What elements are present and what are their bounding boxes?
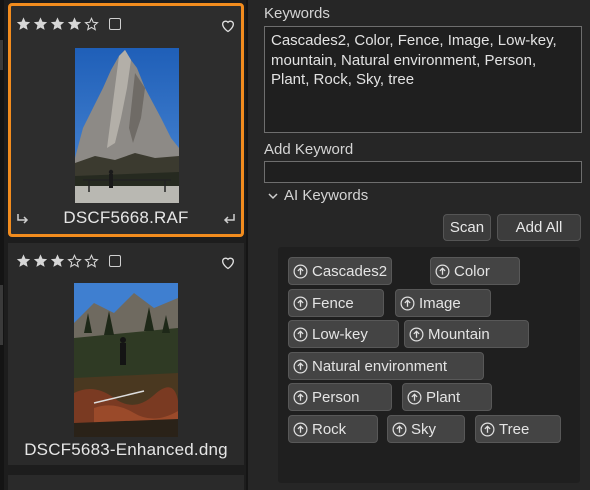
ai-keyword-chip-label: Color (454, 262, 490, 280)
ai-keyword-chip[interactable]: Person (288, 383, 392, 411)
star-icon-filled[interactable] (15, 16, 32, 32)
add-keyword-arrow-icon (293, 359, 308, 374)
rotate-left-icon[interactable] (16, 213, 30, 225)
ai-keyword-chip[interactable]: Plant (402, 383, 492, 411)
photo-thumbnail-mountain[interactable] (75, 48, 179, 203)
ai-keyword-chip-label: Image (419, 294, 461, 312)
ai-keyword-chip[interactable]: Natural environment (288, 352, 484, 380)
ai-keyword-chip-label: Plant (426, 388, 461, 406)
flag-checkbox[interactable] (109, 18, 121, 30)
add-keyword-arrow-icon (293, 390, 308, 405)
star-icon-filled[interactable] (49, 16, 66, 32)
add-keyword-arrow-icon (400, 296, 415, 311)
ai-keyword-chip[interactable]: Color (430, 257, 520, 285)
ai-keyword-chip-label: Rock (312, 420, 347, 438)
ai-keyword-chip-label: Person (312, 388, 360, 406)
ai-keyword-chip[interactable]: Image (395, 289, 491, 317)
thumbnail-card-partial[interactable] (8, 475, 244, 490)
ai-keyword-chip[interactable]: Sky (387, 415, 465, 443)
star-rating[interactable] (15, 253, 121, 269)
ai-keyword-chip-label: Mountain (428, 325, 490, 343)
ai-keyword-chip[interactable]: Cascades2 (288, 257, 392, 285)
ai-keyword-chip[interactable]: Fence (288, 289, 384, 317)
add-keyword-arrow-icon (435, 264, 450, 279)
rotate-right-icon[interactable] (222, 213, 236, 225)
filmstrip-scroll-edge (0, 0, 4, 490)
chevron-down-icon[interactable] (268, 192, 278, 200)
star-icon-filled[interactable] (66, 16, 83, 32)
star-icon-filled[interactable] (32, 16, 49, 32)
ai-keyword-chip-label: Sky (411, 420, 437, 438)
filmstrip: DSCF5668.RAF DSCF5683-Enhanced.dng (0, 0, 246, 490)
add-keyword-arrow-icon (409, 327, 424, 342)
ai-keyword-chip-label: Tree (499, 420, 530, 438)
thumbnail-card[interactable]: DSCF5683-Enhanced.dng (8, 243, 244, 465)
ai-keyword-chip[interactable]: Tree (475, 415, 561, 443)
heart-icon[interactable] (220, 255, 236, 270)
star-icon-empty[interactable] (66, 253, 83, 269)
ai-keyword-chip[interactable]: Mountain (404, 320, 529, 348)
ai-keywords-section-header[interactable]: AI Keywords (268, 187, 368, 204)
heart-icon[interactable] (220, 18, 236, 33)
keywords-label: Keywords (264, 5, 330, 22)
ai-keyword-chip-label: Natural environment (312, 357, 448, 375)
add-keyword-arrow-icon (407, 390, 422, 405)
thumbnail-card-selected[interactable]: DSCF5668.RAF (8, 3, 244, 237)
photo-thumbnail-forest[interactable] (74, 283, 178, 437)
add-keyword-label: Add Keyword (264, 141, 354, 158)
add-keyword-arrow-icon (293, 264, 308, 279)
add-keyword-arrow-icon (480, 422, 495, 437)
ai-keyword-chip-label: Fence (312, 294, 354, 312)
scan-button[interactable]: Scan (443, 214, 491, 241)
star-icon-empty[interactable] (83, 253, 100, 269)
thumbnail-filename: DSCF5683-Enhanced.dng (24, 440, 228, 459)
metadata-panel: Keywords Cascades2, Color, Fence, Image,… (248, 0, 590, 490)
ai-keyword-chip[interactable]: Low-key (288, 320, 399, 348)
add-keyword-arrow-icon (293, 422, 308, 437)
add-keyword-arrow-icon (293, 296, 308, 311)
star-icon-filled[interactable] (32, 253, 49, 269)
star-icon-empty[interactable] (83, 16, 100, 32)
ai-keywords-label: AI Keywords (284, 187, 369, 204)
add-keyword-arrow-icon (392, 422, 407, 437)
thumbnail-filename: DSCF5668.RAF (63, 208, 189, 227)
keywords-textarea[interactable]: Cascades2, Color, Fence, Image, Low-key,… (264, 26, 582, 133)
ai-keyword-chip-label: Low-key (312, 325, 368, 343)
star-rating[interactable] (15, 16, 121, 32)
ai-keyword-chips: Cascades2 Color Fence Image Low-key Mountain N… (278, 247, 580, 483)
ai-keyword-chip[interactable]: Rock (288, 415, 378, 443)
add-all-button[interactable]: Add All (497, 214, 581, 241)
ai-keyword-chip-label: Cascades2 (312, 262, 388, 280)
star-icon-filled[interactable] (15, 253, 32, 269)
star-icon-filled[interactable] (49, 253, 66, 269)
flag-checkbox[interactable] (109, 255, 121, 267)
add-keyword-arrow-icon (293, 327, 308, 342)
add-keyword-input[interactable] (264, 161, 582, 183)
